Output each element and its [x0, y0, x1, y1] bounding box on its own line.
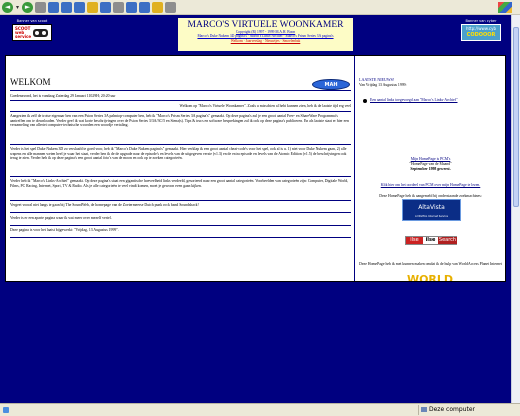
page-header: Banner van scoot SCOOT web service MARCO… — [0, 15, 511, 53]
search-icon[interactable] — [74, 1, 86, 13]
date-line: Goedenavond, het is vandaag Zaterdag 29 … — [10, 94, 116, 98]
pcm-link[interactable]: Mijn HomePage is PCM's — [411, 157, 451, 161]
browser-toolbar: ◄ ▾ ► — [0, 0, 520, 15]
welkom-heading: WELKOM — [10, 77, 51, 87]
folder-icon[interactable] — [152, 1, 164, 13]
mah-logo: MAH — [312, 79, 350, 90]
altavista-name: AltaVista — [418, 204, 445, 211]
stop-button[interactable] — [35, 1, 47, 13]
right-column: LAATSTE NIEUWS! Van Vrijdag 13 Augustus … — [356, 56, 505, 281]
zone-label: Deze computer — [429, 406, 475, 413]
divider — [10, 90, 351, 91]
divider — [10, 237, 351, 238]
scoot-logo[interactable]: SCOOT web service — [12, 24, 52, 41]
scoot-banner[interactable]: Banner van scoot SCOOT web service — [6, 18, 58, 50]
windows-logo-icon — [498, 2, 512, 13]
computer-icon — [421, 407, 427, 412]
web-page: Banner van scoot SCOOT web service MARCO… — [0, 15, 511, 403]
security-zone: Deze computer — [418, 405, 518, 415]
news-item-link[interactable]: Een aantal links toegevoegd aan "Marco's… — [370, 98, 458, 102]
news-date: Van Vrijdag 13 Augustus 1999: — [359, 83, 407, 87]
pcm-review-line: Klik hier om het oordeel van PCM over mi… — [358, 183, 503, 188]
title-box: MARCO'S VIRTUELE WOONKAMER Copyright (R)… — [178, 18, 353, 51]
bullet-icon — [363, 99, 367, 103]
last-updated: Deze pagina is voor het laatst bijgewerk… — [10, 228, 119, 232]
page-title: MARCO'S VIRTUELE WOONKAMER — [187, 20, 344, 30]
scoot-face-icon — [33, 29, 48, 37]
welcome-line: Welkom op "Marco's Virtuele Woonkamer". … — [179, 104, 351, 108]
edit-icon[interactable] — [139, 1, 151, 13]
worldaccess-logo[interactable]: WORLD ACCESS — [392, 273, 468, 281]
page-icon — [3, 407, 9, 413]
mail-icon[interactable] — [113, 1, 125, 13]
divider — [10, 100, 351, 101]
cyber-name: CODOOOR — [466, 32, 496, 38]
homepage-award-1: Mijn HomePage is PCM's — [358, 157, 503, 162]
cyber-url: http://www.cyb — [465, 26, 497, 31]
paragraph-duke: Verder is het spel Duke Nukem 3D zo vers… — [10, 147, 347, 160]
main-column: WELKOM MAH Goedenavond, het is vandaag Z… — [6, 56, 355, 281]
favorites-icon[interactable] — [87, 1, 99, 13]
refresh-button[interactable] — [48, 1, 60, 13]
nav-links-main[interactable]: Marco's Duke Nukem 3D pagina's · Marco's… — [197, 34, 333, 38]
messenger-icon[interactable] — [165, 1, 177, 13]
divider — [10, 225, 351, 226]
divider — [10, 212, 351, 213]
divider — [10, 111, 351, 112]
back-dropdown[interactable]: ▾ — [15, 2, 20, 13]
homepage-award-3: September 1998 geweest. — [410, 167, 451, 171]
paragraph-mezelf: Verder is er een aparte pagina waar ik w… — [10, 216, 112, 220]
divider — [10, 200, 351, 201]
ilse-search: Search — [438, 237, 457, 244]
back-button[interactable]: ◄ — [2, 1, 13, 13]
status-bar: Deze computer — [0, 403, 520, 416]
ilse-logo[interactable]: ilse ilse Search — [405, 236, 457, 245]
divider — [10, 176, 351, 177]
homepage-award-2: "HomePage van de Maand" — [409, 162, 452, 166]
vertical-scrollbar[interactable] — [511, 15, 520, 403]
forward-button[interactable]: ► — [22, 1, 34, 13]
paragraph-links: Verder heb ik "Marco's Links-Archief" ge… — [10, 179, 349, 188]
scoot-logo-text: SCOOT web service — [15, 26, 32, 39]
print-icon[interactable] — [126, 1, 138, 13]
news-item: Een aantal links toegevoegd aan "Marco's… — [370, 98, 500, 103]
news-title: LAATSTE NIEUWS! — [359, 77, 395, 82]
copyright-link[interactable]: Copyright (R) 1997 - 1999 M.A.H. Boon — [236, 30, 295, 34]
cyber-banner[interactable]: Banner van cyber http://www.cyb CODOOOR — [455, 18, 507, 50]
ilse-white: ilse — [423, 237, 438, 244]
history-icon[interactable] — [100, 1, 112, 13]
worldaccess-line: Deze HomePage heb ik met kunnen maken om… — [359, 262, 502, 266]
nav-links-row2: Welkom · Jaarverslag · Nieuwtjes · Smoel… — [178, 39, 353, 43]
altavista-subtitle: A DIGITAL Internet Service — [414, 215, 449, 218]
divider — [10, 144, 351, 145]
ilse-red: ilse — [406, 237, 423, 244]
pcm-review-link[interactable]: Klik hier om het oordeel van PCM over mi… — [381, 183, 481, 187]
paragraph-soundweb: Vergeet vooral niet langs te gaan bij Th… — [10, 203, 199, 207]
home-button[interactable] — [61, 1, 73, 13]
scrollbar-thumb[interactable] — [513, 27, 519, 207]
altavista-logo[interactable]: AltaVista A DIGITAL Internet Service — [402, 199, 461, 221]
nav-links-sub[interactable]: Welkom · Jaarverslag · Nieuwtjes · Smoel… — [231, 39, 301, 43]
search-engines-line: Deze HomePage heb ik aangemeld bij onder… — [379, 194, 482, 198]
paragraph-psion: Aangezien ik zelf de trotse eigenaar ben… — [10, 114, 349, 127]
cyber-logo[interactable]: http://www.cyb CODOOOR — [461, 24, 501, 41]
content-frame: WELKOM MAH Goedenavond, het is vandaag Z… — [5, 55, 506, 282]
